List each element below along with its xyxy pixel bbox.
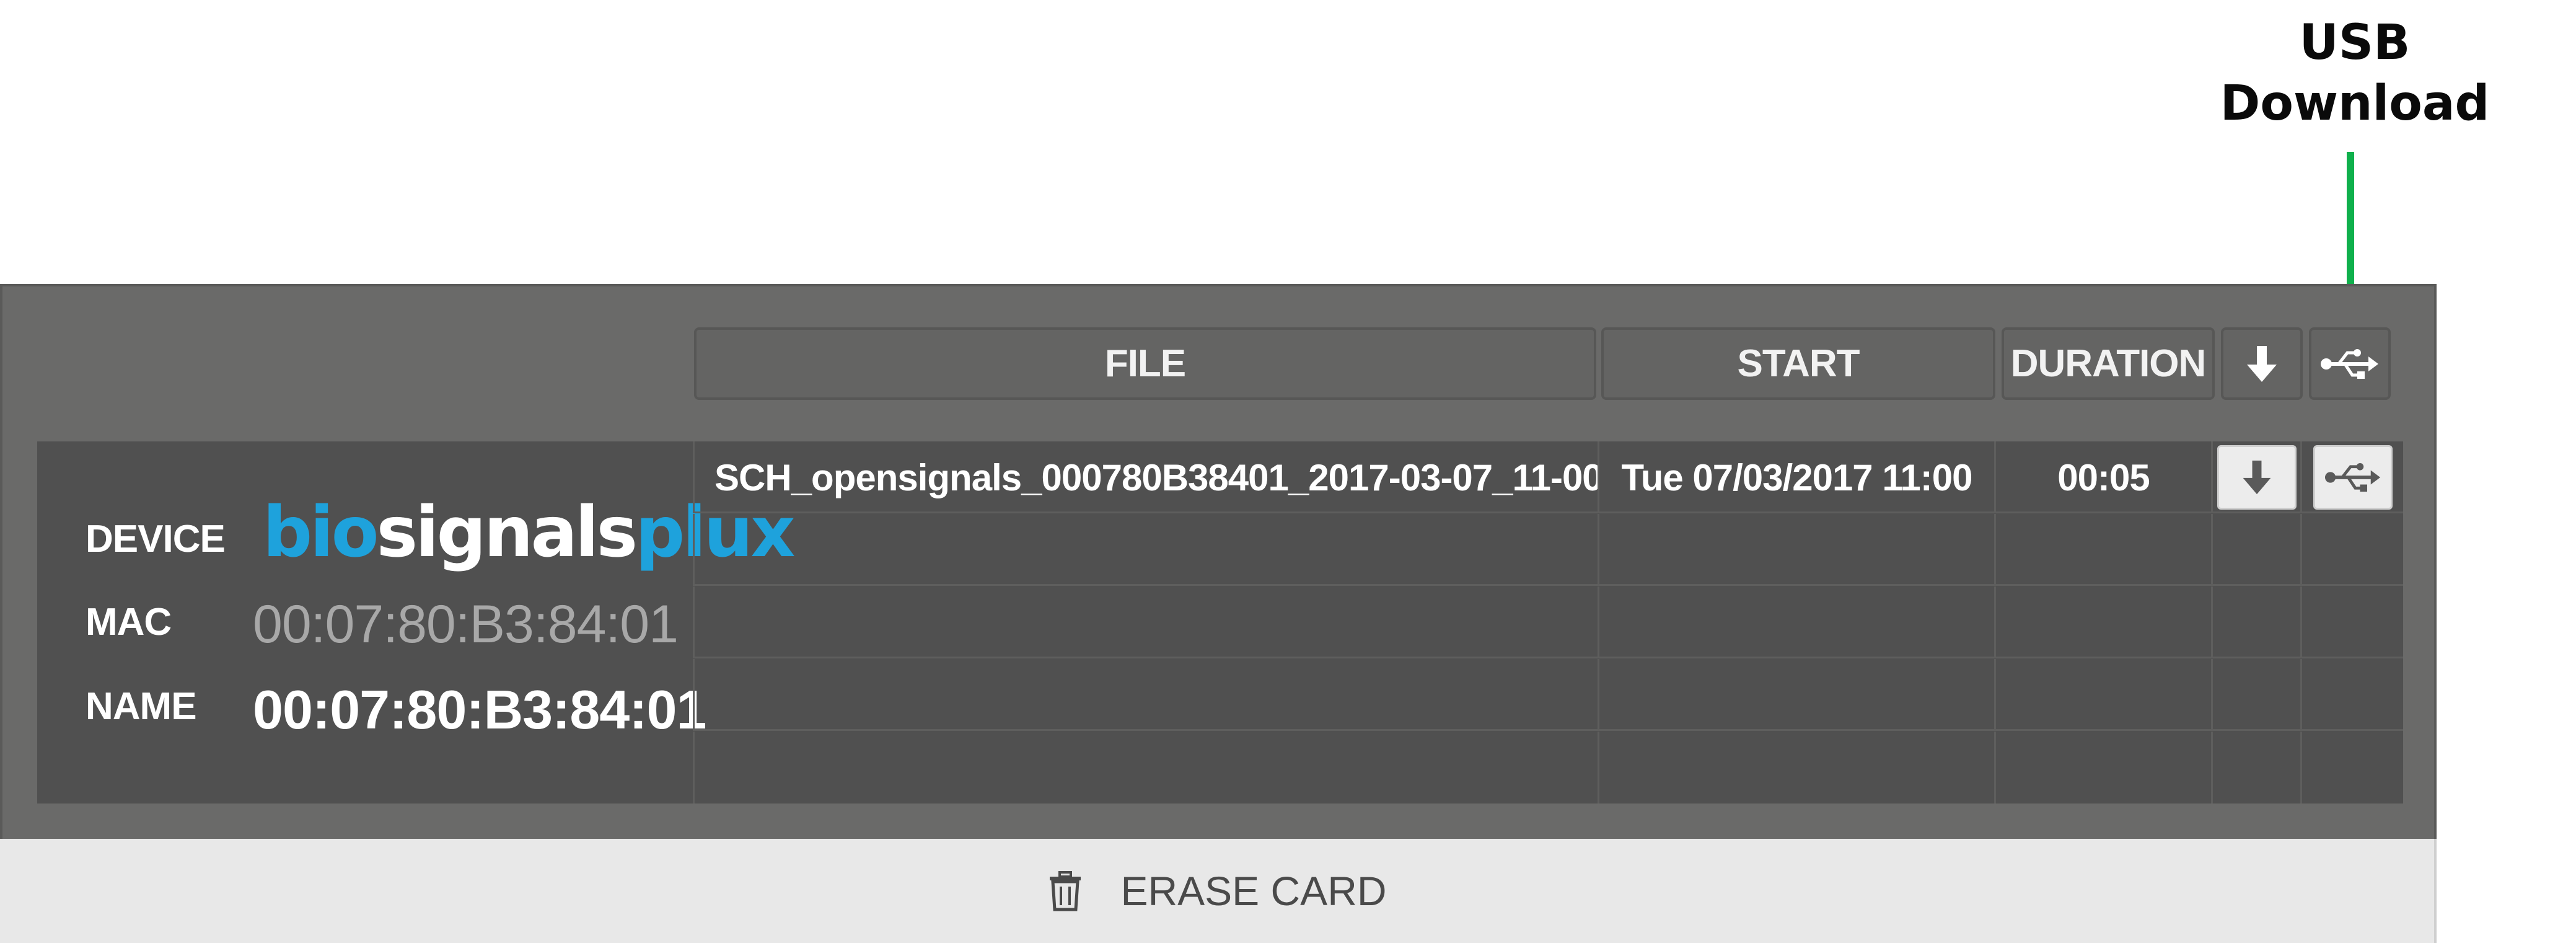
- download-all-button[interactable]: [2221, 327, 2303, 400]
- empty-cell: [2300, 659, 2403, 731]
- table-row[interactable]: SCH_opensignals_000780B38401_2017-03-07_…: [693, 441, 2403, 513]
- empty-cell: [1598, 514, 1994, 586]
- empty-cell: [2211, 732, 2300, 804]
- empty-cell: [1598, 732, 1994, 804]
- biosignalsplux-logo: biosignalsplux: [263, 492, 796, 573]
- usb-icon: [2321, 348, 2378, 379]
- empty-cell: [693, 659, 1598, 731]
- download-file-button[interactable]: [2217, 445, 2297, 510]
- erase-card-button[interactable]: ERASE CARD: [0, 839, 2437, 943]
- table-row-empty: [693, 732, 2403, 804]
- empty-cell: [693, 587, 1598, 658]
- download-cell: [2211, 441, 2300, 513]
- usb-icon: [2324, 463, 2380, 492]
- callout-line1: USB: [2299, 15, 2411, 71]
- column-header-file-label: FILE: [1104, 342, 1186, 385]
- empty-cell: [2300, 732, 2403, 804]
- start-cell: Tue 07/03/2017 11:00: [1598, 441, 1994, 513]
- usb-cell: [2300, 441, 2403, 513]
- column-header-start-label: START: [1737, 342, 1860, 385]
- memory-card-panel: FILE START DURATION DEVICE biosignalsplu…: [0, 284, 2437, 839]
- arrow-down-icon: [2243, 460, 2270, 495]
- column-header-duration[interactable]: DURATION: [2002, 327, 2215, 400]
- duration-cell: 00:05: [1994, 441, 2211, 513]
- empty-cell: [693, 732, 1598, 804]
- empty-cell: [1994, 659, 2211, 731]
- mac-label: MAC: [86, 601, 172, 644]
- callout-line2: Download: [2220, 76, 2490, 131]
- erase-card-label: ERASE CARD: [1120, 868, 1387, 914]
- empty-cell: [2211, 514, 2300, 586]
- empty-cell: [1598, 587, 1994, 658]
- trash-icon: [1047, 870, 1083, 911]
- mac-value: 00:07:80:B3:84:01: [253, 595, 679, 654]
- column-header-file[interactable]: FILE: [694, 327, 1596, 400]
- name-label: NAME: [86, 685, 197, 728]
- file-name-cell: SCH_opensignals_000780B38401_2017-03-07_…: [693, 441, 1598, 513]
- column-header-duration-label: DURATION: [2010, 342, 2207, 385]
- table-row-empty: [693, 659, 2403, 731]
- empty-cell: [1994, 587, 2211, 658]
- device-files-area: DEVICE biosignalsplux MAC 00:07:80:B3:84…: [37, 441, 2403, 804]
- table-row-empty: [693, 587, 2403, 658]
- usb-download-callout: USB Download: [2181, 12, 2528, 134]
- name-value: 00:07:80:B3:84:01: [253, 679, 706, 740]
- usb-download-button[interactable]: [2313, 445, 2393, 510]
- empty-cell: [2300, 514, 2403, 586]
- arrow-down-icon: [2247, 345, 2277, 382]
- column-header-start[interactable]: START: [1601, 327, 1995, 400]
- table-row-empty: [693, 514, 2403, 586]
- file-table: SCH_opensignals_000780B38401_2017-03-07_…: [693, 441, 2403, 804]
- empty-cell: [2211, 587, 2300, 658]
- empty-cell: [1598, 659, 1994, 731]
- device-label: DEVICE: [86, 518, 226, 560]
- empty-cell: [1994, 732, 2211, 804]
- empty-cell: [693, 514, 1598, 586]
- empty-cell: [2300, 587, 2403, 658]
- empty-cell: [1994, 514, 2211, 586]
- usb-download-all-button[interactable]: [2309, 327, 2391, 400]
- empty-cell: [2211, 659, 2300, 731]
